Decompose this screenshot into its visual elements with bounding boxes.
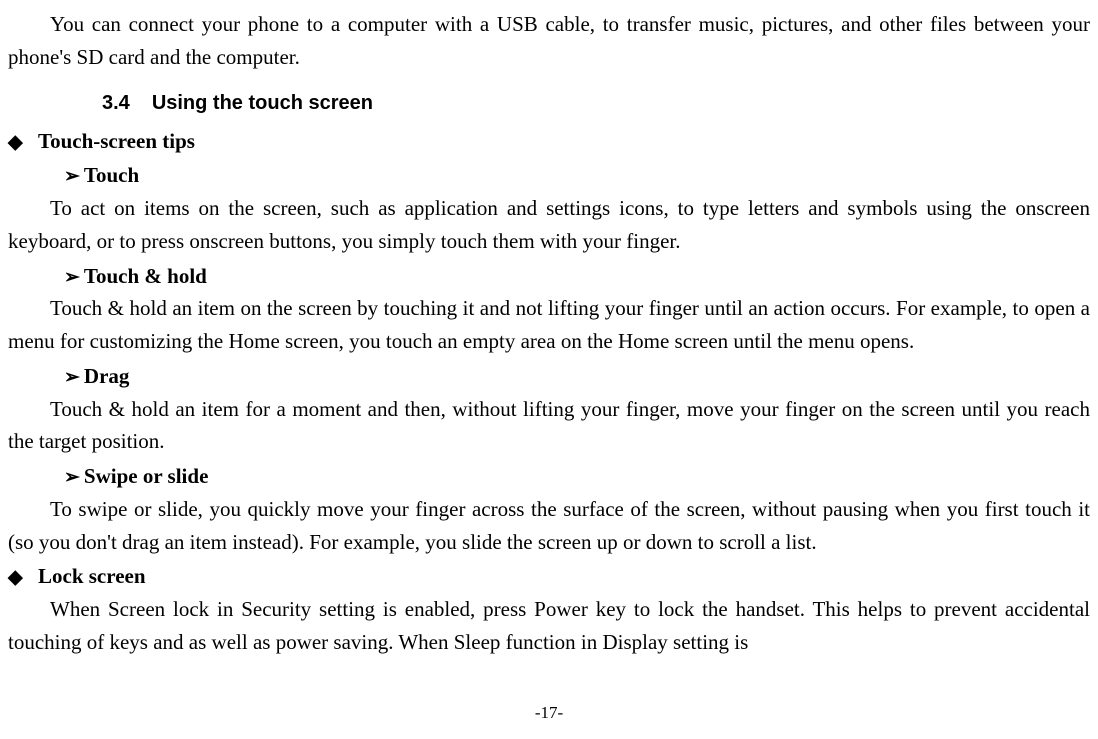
chevron-icon: ➢ bbox=[64, 263, 80, 293]
chevron-icon: ➢ bbox=[64, 162, 80, 192]
tips-heading-text: Touch-screen tips bbox=[38, 129, 195, 153]
touch-body: To act on items on the screen, such as a… bbox=[8, 192, 1090, 258]
touch-hold-body: Touch & hold an item on the screen by to… bbox=[8, 292, 1090, 358]
lock-heading-text: Lock screen bbox=[38, 564, 146, 588]
tips-heading-item: ◆Touch-screen tips bbox=[8, 125, 1090, 158]
lock-heading-item: ◆Lock screen bbox=[8, 560, 1090, 593]
diamond-icon: ◆ bbox=[8, 563, 38, 593]
drag-heading-text: Drag bbox=[84, 364, 130, 388]
section-heading: 3.4 Using the touch screen bbox=[102, 88, 1090, 119]
touch-hold-heading-text: Touch & hold bbox=[84, 264, 207, 288]
touch-hold-heading: ➢Touch & hold bbox=[64, 260, 1090, 293]
drag-heading: ➢Drag bbox=[64, 360, 1090, 393]
page-number: -17- bbox=[0, 700, 1098, 727]
swipe-heading-text: Swipe or slide bbox=[84, 464, 208, 488]
touch-heading-text: Touch bbox=[84, 163, 139, 187]
chevron-icon: ➢ bbox=[64, 463, 80, 493]
drag-body: Touch & hold an item for a moment and th… bbox=[8, 393, 1090, 459]
section-title: Using the touch screen bbox=[152, 92, 373, 114]
swipe-heading: ➢Swipe or slide bbox=[64, 460, 1090, 493]
section-number: 3.4 bbox=[102, 88, 130, 119]
intro-paragraph: You can connect your phone to a computer… bbox=[8, 8, 1090, 74]
lock-body: When Screen lock in Security setting is … bbox=[8, 593, 1090, 659]
touch-heading: ➢Touch bbox=[64, 159, 1090, 192]
diamond-icon: ◆ bbox=[8, 128, 38, 158]
chevron-icon: ➢ bbox=[64, 363, 80, 393]
swipe-body: To swipe or slide, you quickly move your… bbox=[8, 493, 1090, 559]
